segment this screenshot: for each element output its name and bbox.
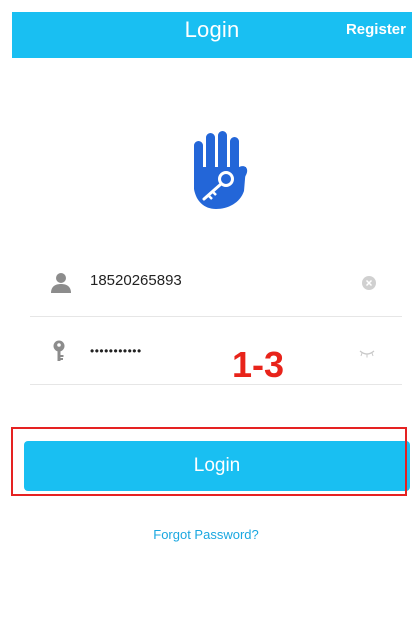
password-input[interactable] [90, 344, 350, 358]
username-field-row [30, 250, 402, 317]
clear-input-icon[interactable] [362, 276, 376, 290]
annotation-highlight-box [11, 427, 407, 496]
hand-key-logo-icon [188, 129, 250, 211]
step-annotation-label: 1-3 [232, 344, 285, 385]
password-field-row [30, 318, 402, 385]
key-icon [50, 340, 72, 362]
user-icon [50, 272, 72, 294]
username-input[interactable] [90, 272, 350, 289]
register-button[interactable]: Register [346, 12, 406, 58]
forgot-password-link[interactable]: Forgot Password? [0, 527, 412, 542]
top-app-bar: Login Register [12, 12, 412, 58]
eye-closed-icon[interactable] [358, 346, 376, 358]
